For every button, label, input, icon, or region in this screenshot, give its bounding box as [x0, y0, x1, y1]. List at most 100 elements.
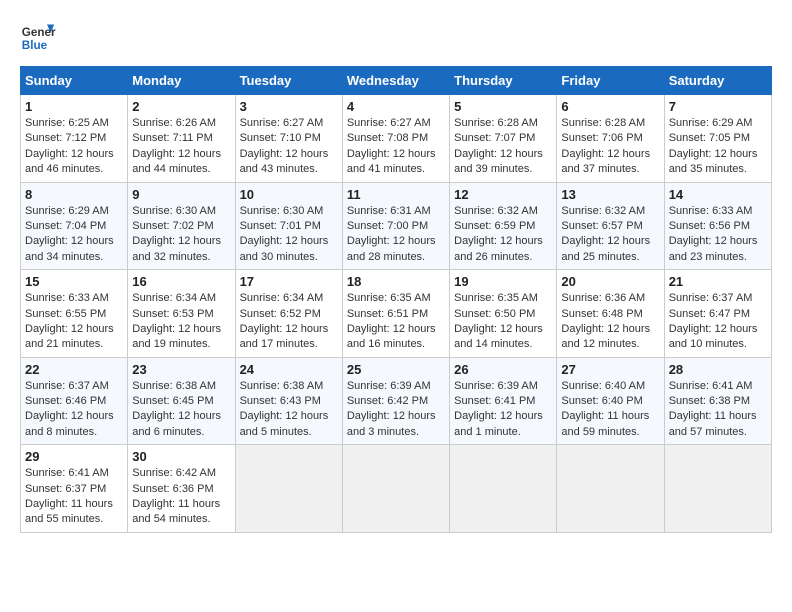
calendar-day-cell	[450, 445, 557, 533]
day-number: 26	[454, 362, 552, 377]
day-number: 17	[240, 274, 338, 289]
day-info: Sunrise: 6:28 AM Sunset: 7:07 PM Dayligh…	[454, 116, 552, 178]
calendar-day-cell: 18Sunrise: 6:35 AM Sunset: 6:51 PM Dayli…	[342, 270, 449, 358]
day-number: 18	[347, 274, 445, 289]
day-info: Sunrise: 6:39 AM Sunset: 6:42 PM Dayligh…	[347, 379, 445, 441]
day-info: Sunrise: 6:34 AM Sunset: 6:53 PM Dayligh…	[132, 291, 230, 353]
day-of-week-header: Friday	[557, 67, 664, 95]
logo: General Blue	[20, 20, 56, 56]
calendar-week-row: 15 Sunrise: 6:33 AM Sunset: 6:55 PM Dayli…	[21, 270, 772, 358]
calendar-week-row: 29 Sunrise: 6:41 AM Sunset: 6:37 PM Dayli…	[21, 445, 772, 533]
calendar-day-cell: 9 Sunrise: 6:30 AM Sunset: 7:02 PM Daylig…	[128, 182, 235, 270]
calendar-day-cell: 30 Sunrise: 6:42 AM Sunset: 6:36 PM Dayli…	[128, 445, 235, 533]
calendar-day-cell: 13 Sunrise: 6:32 AM Sunset: 6:57 PM Dayli…	[557, 182, 664, 270]
logo-icon: General Blue	[20, 20, 56, 56]
svg-text:Blue: Blue	[22, 39, 48, 52]
day-number: 4	[347, 99, 445, 114]
day-info: Sunrise: 6:33 AM Sunset: 6:56 PM Dayligh…	[669, 204, 767, 266]
day-info: Sunrise: 6:34 AM Sunset: 6:52 PM Dayligh…	[240, 291, 338, 353]
calendar-day-cell	[557, 445, 664, 533]
calendar-day-cell: 15 Sunrise: 6:33 AM Sunset: 6:55 PM Dayli…	[21, 270, 128, 358]
day-info: Sunrise: 6:35 AM Sunset: 6:50 PM Dayligh…	[454, 291, 552, 353]
calendar-day-cell: 7Sunrise: 6:29 AM Sunset: 7:05 PM Daylig…	[664, 95, 771, 183]
calendar-day-cell: 20 Sunrise: 6:36 AM Sunset: 6:48 PM Dayli…	[557, 270, 664, 358]
calendar-week-row: 8 Sunrise: 6:29 AM Sunset: 7:04 PM Daylig…	[21, 182, 772, 270]
day-number: 27	[561, 362, 659, 377]
day-number: 14	[669, 187, 767, 202]
day-of-week-header: Thursday	[450, 67, 557, 95]
day-info: Sunrise: 6:29 AM Sunset: 7:05 PM Dayligh…	[669, 116, 767, 178]
day-info: Sunrise: 6:38 AM Sunset: 6:45 PM Dayligh…	[132, 379, 230, 441]
calendar-day-cell: 28Sunrise: 6:41 AM Sunset: 6:38 PM Dayli…	[664, 357, 771, 445]
day-number: 23	[132, 362, 230, 377]
day-number: 12	[454, 187, 552, 202]
day-number: 20	[561, 274, 659, 289]
day-info: Sunrise: 6:37 AM Sunset: 6:47 PM Dayligh…	[669, 291, 767, 353]
day-info: Sunrise: 6:41 AM Sunset: 6:37 PM Dayligh…	[25, 466, 123, 528]
day-number: 22	[25, 362, 123, 377]
calendar-week-row: 1 Sunrise: 6:25 AM Sunset: 7:12 PM Daylig…	[21, 95, 772, 183]
day-of-week-header: Sunday	[21, 67, 128, 95]
calendar-day-cell: 5 Sunrise: 6:28 AM Sunset: 7:07 PM Daylig…	[450, 95, 557, 183]
day-info: Sunrise: 6:41 AM Sunset: 6:38 PM Dayligh…	[669, 379, 767, 441]
day-of-week-header: Tuesday	[235, 67, 342, 95]
calendar-day-cell: 27 Sunrise: 6:40 AM Sunset: 6:40 PM Dayli…	[557, 357, 664, 445]
day-number: 1	[25, 99, 123, 114]
day-info: Sunrise: 6:30 AM Sunset: 7:01 PM Dayligh…	[240, 204, 338, 266]
day-number: 24	[240, 362, 338, 377]
calendar-day-cell: 19Sunrise: 6:35 AM Sunset: 6:50 PM Dayli…	[450, 270, 557, 358]
day-info: Sunrise: 6:30 AM Sunset: 7:02 PM Dayligh…	[132, 204, 230, 266]
day-number: 30	[132, 449, 230, 464]
day-info: Sunrise: 6:32 AM Sunset: 6:57 PM Dayligh…	[561, 204, 659, 266]
day-of-week-header: Saturday	[664, 67, 771, 95]
calendar-day-cell	[342, 445, 449, 533]
calendar-table: SundayMondayTuesdayWednesdayThursdayFrid…	[20, 66, 772, 533]
day-number: 16	[132, 274, 230, 289]
day-number: 25	[347, 362, 445, 377]
day-info: Sunrise: 6:36 AM Sunset: 6:48 PM Dayligh…	[561, 291, 659, 353]
day-number: 8	[25, 187, 123, 202]
day-info: Sunrise: 6:42 AM Sunset: 6:36 PM Dayligh…	[132, 466, 230, 528]
calendar-day-cell: 23 Sunrise: 6:38 AM Sunset: 6:45 PM Dayli…	[128, 357, 235, 445]
day-number: 10	[240, 187, 338, 202]
page-header: General Blue	[20, 20, 772, 56]
day-number: 11	[347, 187, 445, 202]
calendar-day-cell	[235, 445, 342, 533]
calendar-day-cell: 17 Sunrise: 6:34 AM Sunset: 6:52 PM Dayli…	[235, 270, 342, 358]
day-info: Sunrise: 6:29 AM Sunset: 7:04 PM Dayligh…	[25, 204, 123, 266]
day-info: Sunrise: 6:33 AM Sunset: 6:55 PM Dayligh…	[25, 291, 123, 353]
calendar-day-cell: 26 Sunrise: 6:39 AM Sunset: 6:41 PM Dayli…	[450, 357, 557, 445]
day-info: Sunrise: 6:38 AM Sunset: 6:43 PM Dayligh…	[240, 379, 338, 441]
day-info: Sunrise: 6:26 AM Sunset: 7:11 PM Dayligh…	[132, 116, 230, 178]
day-of-week-header: Wednesday	[342, 67, 449, 95]
day-info: Sunrise: 6:32 AM Sunset: 6:59 PM Dayligh…	[454, 204, 552, 266]
day-of-week-header: Monday	[128, 67, 235, 95]
calendar-day-cell: 22Sunrise: 6:37 AM Sunset: 6:46 PM Dayli…	[21, 357, 128, 445]
calendar-day-cell: 16 Sunrise: 6:34 AM Sunset: 6:53 PM Dayli…	[128, 270, 235, 358]
day-info: Sunrise: 6:39 AM Sunset: 6:41 PM Dayligh…	[454, 379, 552, 441]
day-number: 2	[132, 99, 230, 114]
calendar-day-cell: 11 Sunrise: 6:31 AM Sunset: 7:00 PM Dayli…	[342, 182, 449, 270]
day-number: 6	[561, 99, 659, 114]
calendar-day-cell: 24 Sunrise: 6:38 AM Sunset: 6:43 PM Dayli…	[235, 357, 342, 445]
day-info: Sunrise: 6:25 AM Sunset: 7:12 PM Dayligh…	[25, 116, 123, 178]
calendar-header-row: SundayMondayTuesdayWednesdayThursdayFrid…	[21, 67, 772, 95]
day-info: Sunrise: 6:27 AM Sunset: 7:10 PM Dayligh…	[240, 116, 338, 178]
day-number: 13	[561, 187, 659, 202]
day-info: Sunrise: 6:40 AM Sunset: 6:40 PM Dayligh…	[561, 379, 659, 441]
calendar-day-cell: 1 Sunrise: 6:25 AM Sunset: 7:12 PM Daylig…	[21, 95, 128, 183]
calendar-day-cell: 2 Sunrise: 6:26 AM Sunset: 7:11 PM Daylig…	[128, 95, 235, 183]
day-number: 29	[25, 449, 123, 464]
day-number: 21	[669, 274, 767, 289]
calendar-day-cell: 6 Sunrise: 6:28 AM Sunset: 7:06 PM Daylig…	[557, 95, 664, 183]
day-info: Sunrise: 6:28 AM Sunset: 7:06 PM Dayligh…	[561, 116, 659, 178]
calendar-day-cell: 10 Sunrise: 6:30 AM Sunset: 7:01 PM Dayli…	[235, 182, 342, 270]
calendar-day-cell: 14 Sunrise: 6:33 AM Sunset: 6:56 PM Dayli…	[664, 182, 771, 270]
day-number: 15	[25, 274, 123, 289]
day-number: 5	[454, 99, 552, 114]
day-info: Sunrise: 6:31 AM Sunset: 7:00 PM Dayligh…	[347, 204, 445, 266]
calendar-day-cell: 3Sunrise: 6:27 AM Sunset: 7:10 PM Daylig…	[235, 95, 342, 183]
day-number: 9	[132, 187, 230, 202]
calendar-week-row: 22Sunrise: 6:37 AM Sunset: 6:46 PM Dayli…	[21, 357, 772, 445]
day-info: Sunrise: 6:27 AM Sunset: 7:08 PM Dayligh…	[347, 116, 445, 178]
